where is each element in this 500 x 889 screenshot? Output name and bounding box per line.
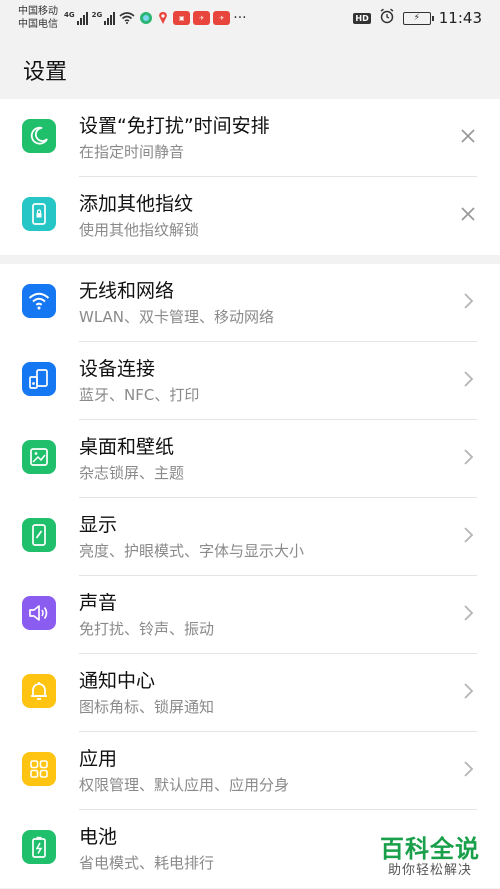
status-bar: 中国移动 中国电信 4G 2G ▣ ✈ ✈ ··· HD ⚡ 11:43 bbox=[0, 0, 500, 36]
settings-item-wireless[interactable]: 无线和网络 WLAN、双卡管理、移动网络 bbox=[0, 264, 500, 342]
phone-lock-icon bbox=[22, 197, 56, 231]
settings-item-apps[interactable]: 应用 权限管理、默认应用、应用分身 bbox=[0, 732, 500, 810]
suggestions-group: 设置“免打扰”时间安排 在指定时间静音 添加其他指纹 使用其他指纹解锁 bbox=[0, 99, 500, 255]
settings-item-title: 应用 bbox=[79, 748, 118, 770]
suggestion-title: 添加其他指纹 bbox=[79, 193, 194, 215]
chevron-right-icon bbox=[458, 603, 478, 623]
settings-item-texts: 声音 免打扰、铃声、振动 bbox=[79, 590, 440, 640]
settings-item-subtitle: 权限管理、默认应用、应用分身 bbox=[79, 776, 290, 794]
suggestion-subtitle: 在指定时间静音 bbox=[79, 143, 185, 161]
settings-item-display[interactable]: 显示 亮度、护眼模式、字体与显示大小 bbox=[0, 498, 500, 576]
bell-icon bbox=[22, 674, 56, 708]
suggestion-add-fingerprint[interactable]: 添加其他指纹 使用其他指纹解锁 bbox=[0, 177, 500, 255]
settings-item-sound[interactable]: 声音 免打扰、铃声、振动 bbox=[0, 576, 500, 654]
battery-status-icon: ⚡ bbox=[402, 11, 434, 25]
suggestion-title: 设置“免打扰”时间安排 bbox=[79, 115, 270, 137]
settings-item-notification-center[interactable]: 通知中心 图标角标、锁屏通知 bbox=[0, 654, 500, 732]
watermark-main: 百科全说 bbox=[380, 835, 480, 863]
settings-item-texts: 显示 亮度、护眼模式、字体与显示大小 bbox=[79, 512, 440, 562]
wifi-icon bbox=[22, 284, 56, 318]
settings-item-subtitle: WLAN、双卡管理、移动网络 bbox=[79, 308, 275, 326]
app-red-icon-3: ✈ bbox=[213, 11, 231, 25]
settings-item-texts: 通知中心 图标角标、锁屏通知 bbox=[79, 668, 440, 718]
suggestion-texts: 设置“免打扰”时间安排 在指定时间静音 bbox=[79, 113, 440, 163]
settings-item-subtitle: 图标角标、锁屏通知 bbox=[79, 698, 215, 716]
suggestion-texts: 添加其他指纹 使用其他指纹解锁 bbox=[79, 191, 440, 241]
alarm-icon bbox=[379, 8, 395, 28]
location-icon bbox=[157, 11, 169, 25]
dismiss-close-icon[interactable] bbox=[458, 126, 478, 146]
settings-item-subtitle: 亮度、护眼模式、字体与显示大小 bbox=[79, 542, 305, 560]
status-right: HD ⚡ 11:43 bbox=[353, 8, 482, 28]
settings-item-texts: 桌面和壁纸 杂志锁屏、主题 bbox=[79, 434, 440, 484]
apps-grid-icon bbox=[22, 752, 56, 786]
wallpaper-icon bbox=[22, 440, 56, 474]
chevron-right-icon bbox=[458, 525, 478, 545]
settings-item-title: 通知中心 bbox=[79, 670, 156, 692]
battery-icon bbox=[22, 830, 56, 864]
watermark-logo: 百科全说 助你轻松解决 bbox=[376, 833, 484, 881]
chevron-right-icon bbox=[458, 447, 478, 467]
settings-item-texts: 无线和网络 WLAN、双卡管理、移动网络 bbox=[79, 278, 440, 328]
hd-icon: HD bbox=[353, 12, 371, 24]
settings-item-texts: 应用 权限管理、默认应用、应用分身 bbox=[79, 746, 440, 796]
settings-item-title: 设备连接 bbox=[79, 358, 156, 380]
settings-item-texts: 设备连接 蓝牙、NFC、打印 bbox=[79, 356, 440, 406]
settings-screen: 中国移动 中国电信 4G 2G ▣ ✈ ✈ ··· HD ⚡ 11:43 设置 … bbox=[0, 0, 500, 889]
dismiss-close-icon[interactable] bbox=[458, 204, 478, 224]
carrier-2: 中国电信 bbox=[18, 19, 58, 30]
signal-2-icon: 2G bbox=[92, 11, 116, 25]
settings-item-title: 桌面和壁纸 bbox=[79, 436, 175, 458]
display-icon bbox=[22, 518, 56, 552]
wifi-status-icon bbox=[119, 12, 135, 24]
clock-time: 11:43 bbox=[438, 9, 482, 27]
moon-icon bbox=[22, 119, 56, 153]
chevron-right-icon bbox=[458, 759, 478, 779]
app-red-icon-1: ▣ bbox=[173, 11, 191, 25]
settings-item-subtitle: 免打扰、铃声、振动 bbox=[79, 620, 215, 638]
carrier-1: 中国移动 bbox=[18, 6, 58, 17]
signal-1-icon: 4G bbox=[64, 11, 88, 25]
settings-item-desktop-wallpaper[interactable]: 桌面和壁纸 杂志锁屏、主题 bbox=[0, 420, 500, 498]
carrier-names: 中国移动 中国电信 bbox=[18, 5, 58, 31]
suggestion-subtitle: 使用其他指纹解锁 bbox=[79, 221, 200, 239]
chevron-right-icon bbox=[458, 291, 478, 311]
more-notifications-icon: ··· bbox=[233, 10, 247, 26]
chevron-right-icon bbox=[458, 681, 478, 701]
settings-item-title: 无线和网络 bbox=[79, 280, 175, 302]
chevron-right-icon bbox=[458, 369, 478, 389]
suggestion-do-not-disturb[interactable]: 设置“免打扰”时间安排 在指定时间静音 bbox=[0, 99, 500, 177]
settings-item-subtitle: 蓝牙、NFC、打印 bbox=[79, 386, 200, 404]
settings-list: 无线和网络 WLAN、双卡管理、移动网络 设备连接 蓝牙、NFC、打印 桌面和壁… bbox=[0, 264, 500, 888]
watermark-sub: 助你轻松解决 bbox=[387, 863, 472, 878]
speaker-icon bbox=[22, 596, 56, 630]
settings-item-title: 显示 bbox=[79, 514, 118, 536]
settings-item-device-connection[interactable]: 设备连接 蓝牙、NFC、打印 bbox=[0, 342, 500, 420]
app-red-icon-2: ✈ bbox=[193, 11, 211, 25]
page-title: 设置 bbox=[23, 60, 68, 85]
device-connect-icon bbox=[22, 362, 56, 396]
settings-item-subtitle: 杂志锁屏、主题 bbox=[79, 464, 185, 482]
settings-item-title: 声音 bbox=[79, 592, 118, 614]
app-status-icon bbox=[139, 11, 153, 25]
